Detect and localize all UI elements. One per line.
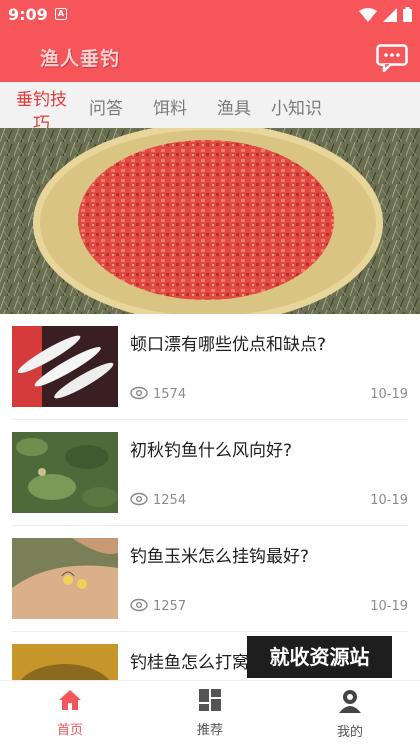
app-screen: 9:09 A 渔人垂钓 垂钓技 巧 问答 饵料 渔具 小知识 顿口漂有哪些优点和… <box>0 0 420 745</box>
article-thumbnail <box>12 432 118 513</box>
tab-qa[interactable]: 问答 <box>89 94 123 119</box>
app-header: 9:09 A 渔人垂钓 <box>0 0 420 82</box>
notification-icon: A <box>55 8 67 20</box>
status-icons <box>359 7 412 22</box>
article-thumbnail <box>12 644 118 680</box>
article-title: 顿口漂有哪些优点和缺点? <box>130 335 327 355</box>
nav-label: 我的 <box>336 725 363 740</box>
category-tabs: 垂钓技 巧 问答 饵料 渔具 小知识 <box>0 82 420 128</box>
view-count: 1257 <box>153 599 187 614</box>
list-item[interactable]: 初秋钓鱼什么风向好? 1254 10-19 <box>0 420 420 526</box>
tab-label: 垂钓技 <box>16 90 67 110</box>
bottom-navigation: 首页 推荐 我的 <box>0 680 420 745</box>
article-title: 钓桂鱼怎么打窝 <box>130 653 249 673</box>
chat-bubble-icon[interactable] <box>376 44 408 72</box>
user-icon <box>339 690 361 713</box>
eye-icon <box>130 492 148 506</box>
article-date: 10-19 <box>370 493 408 508</box>
list-item[interactable]: 钓鱼玉米怎么挂钩最好? 1257 10-19 <box>0 526 420 632</box>
eye-icon <box>130 598 148 612</box>
article-thumbnail <box>12 538 118 619</box>
article-title: 初秋钓鱼什么风向好? <box>130 441 293 461</box>
app-title: 渔人垂钓 <box>40 48 121 70</box>
wifi-icon <box>359 7 377 22</box>
nav-home[interactable]: 首页 <box>30 689 110 738</box>
tab-fishing-tips[interactable]: 垂钓技 巧 <box>16 88 67 128</box>
nav-label: 首页 <box>56 723 83 738</box>
status-bar: 9:09 A <box>0 0 420 30</box>
tab-bait[interactable]: 饵料 <box>153 94 187 119</box>
tab-knowledge[interactable]: 小知识 <box>271 94 322 119</box>
nav-recommend[interactable]: 推荐 <box>170 689 250 738</box>
tab-label-line2: 巧 <box>33 114 50 128</box>
article-thumbnail <box>12 326 118 407</box>
nav-label: 推荐 <box>196 723 223 738</box>
home-icon <box>59 690 81 710</box>
watermark: 就收资源站 <box>247 636 392 678</box>
view-count: 1574 <box>153 387 187 402</box>
tab-tackle[interactable]: 渔具 <box>217 94 251 119</box>
eye-icon <box>130 386 148 400</box>
article-title: 钓鱼玉米怎么挂钩最好? <box>130 547 310 567</box>
article-list: 顿口漂有哪些优点和缺点? 1574 10-19 初秋钓鱼什么风向好? 1254 <box>0 314 420 680</box>
battery-icon <box>403 7 412 22</box>
status-time: 9:09 <box>8 5 48 24</box>
signal-icon <box>383 7 397 22</box>
banner-image[interactable] <box>0 128 420 314</box>
list-item[interactable]: 顿口漂有哪些优点和缺点? 1574 10-19 <box>0 314 420 420</box>
nav-mine[interactable]: 我的 <box>310 689 390 740</box>
article-date: 10-19 <box>370 387 408 402</box>
view-count: 1254 <box>153 493 187 508</box>
article-date: 10-19 <box>370 599 408 614</box>
grid-icon <box>199 689 221 711</box>
